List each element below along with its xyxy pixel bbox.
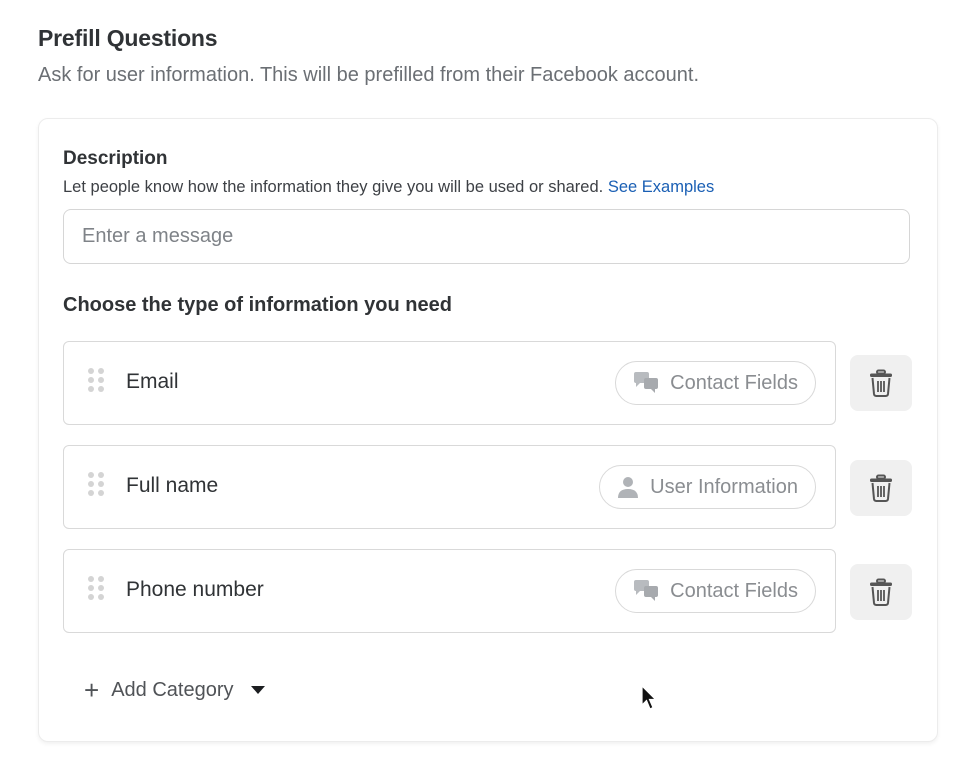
- add-category-button[interactable]: + Add Category: [84, 675, 266, 705]
- delete-phone-number-button[interactable]: [850, 564, 912, 620]
- description-message-input[interactable]: [63, 209, 910, 264]
- see-examples-link[interactable]: See Examples: [608, 178, 714, 196]
- description-label: Description: [63, 148, 168, 169]
- question-row-full-name: Full name User Information: [63, 445, 836, 529]
- question-row-phone-number: Phone number Contact Fields: [63, 549, 836, 633]
- drag-handle-icon[interactable]: [88, 472, 104, 500]
- question-label: Email: [126, 370, 179, 393]
- question-label: Full name: [126, 474, 219, 497]
- trash-icon: [870, 578, 892, 606]
- delete-full-name-button[interactable]: [850, 460, 912, 516]
- delete-email-button[interactable]: [850, 355, 912, 411]
- category-pill: User Information: [599, 465, 816, 509]
- category-pill-label: User Information: [650, 475, 798, 498]
- section-title: Prefill Questions: [38, 25, 218, 51]
- category-pill-label: Contact Fields: [670, 579, 798, 602]
- trash-icon: [870, 474, 892, 502]
- caret-down-icon: [251, 686, 266, 694]
- drag-handle-icon[interactable]: [88, 576, 104, 604]
- category-pill: Contact Fields: [615, 569, 816, 613]
- trash-icon: [870, 369, 892, 397]
- mouse-cursor-icon: [641, 685, 657, 710]
- choose-info-label: Choose the type of information you need: [63, 294, 452, 316]
- question-label: Phone number: [126, 578, 264, 601]
- drag-handle-icon[interactable]: [88, 368, 104, 396]
- person-icon: [618, 477, 639, 498]
- plus-icon: +: [84, 675, 100, 705]
- add-category-label: Add Category: [111, 678, 234, 701]
- chat-bubbles-icon: [634, 372, 659, 393]
- category-pill-label: Contact Fields: [670, 371, 798, 394]
- category-pill: Contact Fields: [615, 361, 816, 405]
- description-help: Let people know how the information they…: [63, 178, 714, 197]
- question-row-email: Email Contact Fields: [63, 341, 836, 425]
- chat-bubbles-icon: [634, 580, 659, 601]
- section-subtitle: Ask for user information. This will be p…: [38, 64, 700, 86]
- description-help-text: Let people know how the information they…: [63, 178, 604, 196]
